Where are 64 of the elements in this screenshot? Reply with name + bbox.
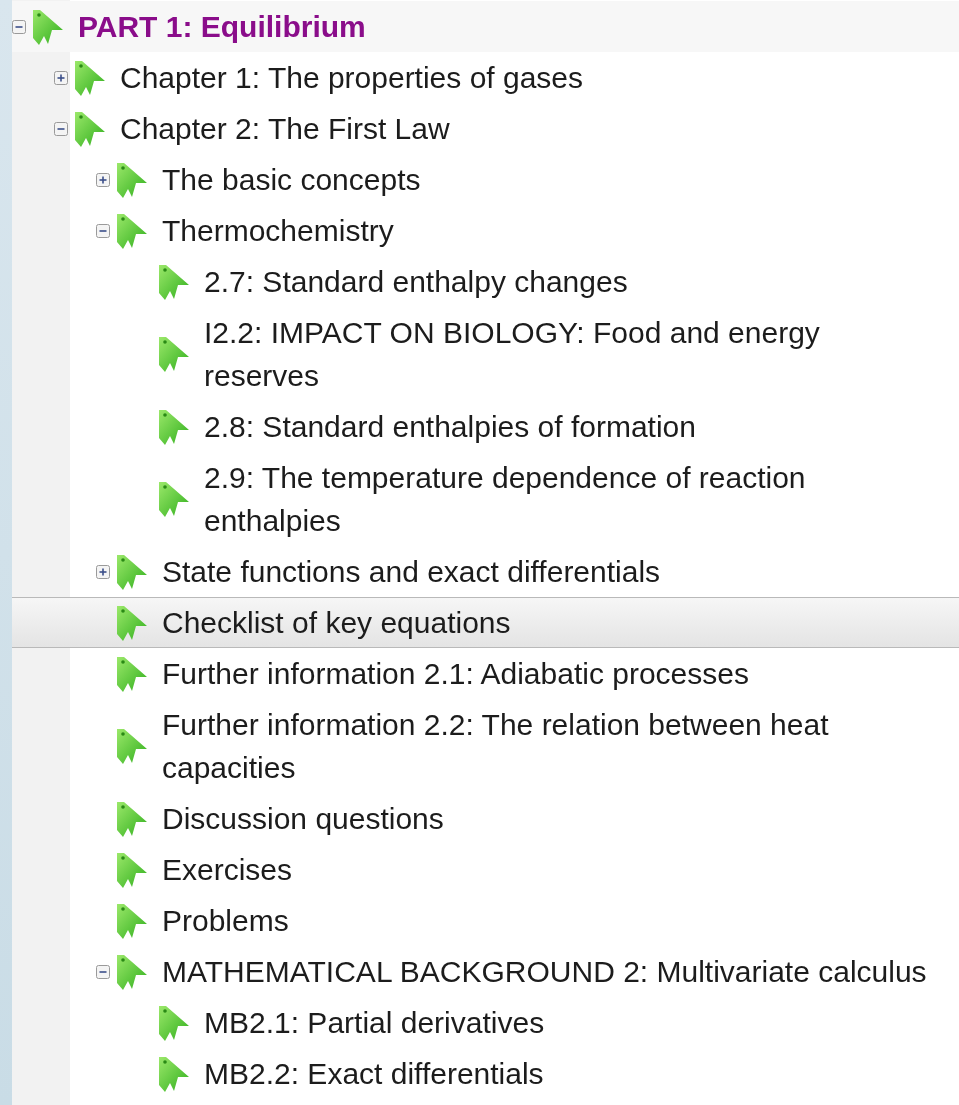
bookmark-icon — [114, 552, 148, 591]
bookmark-icon — [114, 654, 148, 693]
bookmark-label: Chapter 2: The First Law — [120, 111, 450, 147]
tree-row[interactable]: Thermochemistry — [12, 205, 959, 256]
bookmark-icon — [30, 7, 64, 46]
expand-toggle[interactable] — [54, 121, 68, 136]
expand-toggle[interactable] — [96, 564, 110, 579]
bookmark-label: Chapter 1: The properties of gases — [120, 60, 584, 96]
tree-row[interactable]: Checklist of key equations — [12, 597, 959, 648]
bookmark-label: Exercises — [162, 852, 293, 888]
bookmark-label: MB2.2: Exact differentials — [204, 1056, 544, 1092]
bookmark-label: I2.2: IMPACT ON BIOLOGY: Food and energy reserves — [204, 315, 821, 394]
bookmark-label: Further information 2.1: Adiabatic processes — [162, 656, 749, 692]
tree-row[interactable]: I2.2: IMPACT ON BIOLOGY: Food and energy reserves — [12, 307, 959, 401]
bookmark-label: 2.8: Standard enthalpies of formation — [204, 409, 696, 445]
expand-toggle[interactable] — [96, 172, 110, 187]
bookmark-icon — [114, 727, 148, 765]
expand-toggle[interactable] — [54, 70, 68, 85]
bookmark-icon — [156, 1054, 190, 1093]
bookmark-icon — [156, 262, 190, 301]
tree-row[interactable]: MB2.1: Partial derivatives — [12, 997, 959, 1048]
bookmark-icon — [114, 952, 148, 991]
tree-row[interactable]: Exercises — [12, 844, 959, 895]
tree-row[interactable]: 2.8: Standard enthalpies of formation — [12, 401, 959, 452]
tree-row[interactable]: 2.7: Standard enthalpy changes — [12, 256, 959, 307]
bookmark-label: 2.7: Standard enthalpy changes — [204, 264, 628, 300]
bookmark-icon — [72, 109, 106, 148]
tree-row[interactable]: Problems — [12, 895, 959, 946]
bookmark-icon — [114, 850, 148, 889]
bookmark-label: Thermochemistry — [162, 213, 394, 249]
tree-row[interactable]: Chapter 1: The properties of gases — [12, 52, 959, 103]
bookmark-label: Discussion questions — [162, 801, 444, 837]
tree-row[interactable]: The basic concepts — [12, 154, 959, 205]
bookmark-label: The basic concepts — [162, 162, 421, 198]
tree-row[interactable]: Chapter 2: The First Law — [12, 103, 959, 154]
expand-toggle[interactable] — [96, 223, 110, 238]
bookmark-icon — [72, 58, 106, 97]
expand-toggle[interactable] — [12, 19, 26, 34]
tree-row[interactable]: State functions and exact differentials — [12, 546, 959, 597]
bookmark-label: MATHEMATICAL BACKGROUND 2: Multivariate calculus — [162, 954, 927, 990]
bookmark-label: 2.9: The temperature dependence of reaction enthalpies — [204, 460, 807, 539]
tree-row[interactable]: MB2.2: Exact differentials — [12, 1048, 959, 1099]
bookmark-icon — [156, 480, 190, 518]
bookmark-icon — [156, 1003, 190, 1042]
bookmark-label: Checklist of key equations — [162, 605, 511, 641]
tree-row[interactable]: MATHEMATICAL BACKGROUND 2: Multivariate calculus — [12, 946, 959, 997]
tree-row[interactable]: Further information 2.2: The relation between heat capacities — [12, 699, 959, 793]
tree-row[interactable]: PART 1: Equilibrium — [12, 1, 959, 52]
tree-row[interactable]: 2.9: The temperature dependence of reaction enthalpies — [12, 452, 959, 546]
bookmark-icon — [156, 335, 190, 373]
bookmark-icon — [114, 160, 148, 199]
tree-row[interactable]: Discussion questions — [12, 793, 959, 844]
expand-toggle[interactable] — [96, 964, 110, 979]
bookmark-label: Problems — [162, 903, 289, 939]
bookmark-icon — [114, 211, 148, 250]
bookmark-icon — [114, 799, 148, 838]
bookmark-label: Further information 2.2: The relation between heat capacities — [162, 707, 830, 786]
tree-row[interactable]: Further information 2.1: Adiabatic processes — [12, 648, 959, 699]
bookmark-label: MB2.1: Partial derivatives — [204, 1005, 545, 1041]
bookmark-icon — [114, 901, 148, 940]
bookmark-icon — [156, 407, 190, 446]
bookmark-label: PART 1: Equilibrium — [78, 9, 366, 45]
bookmark-icon — [114, 603, 148, 642]
bookmark-label: State functions and exact differentials — [162, 554, 661, 590]
